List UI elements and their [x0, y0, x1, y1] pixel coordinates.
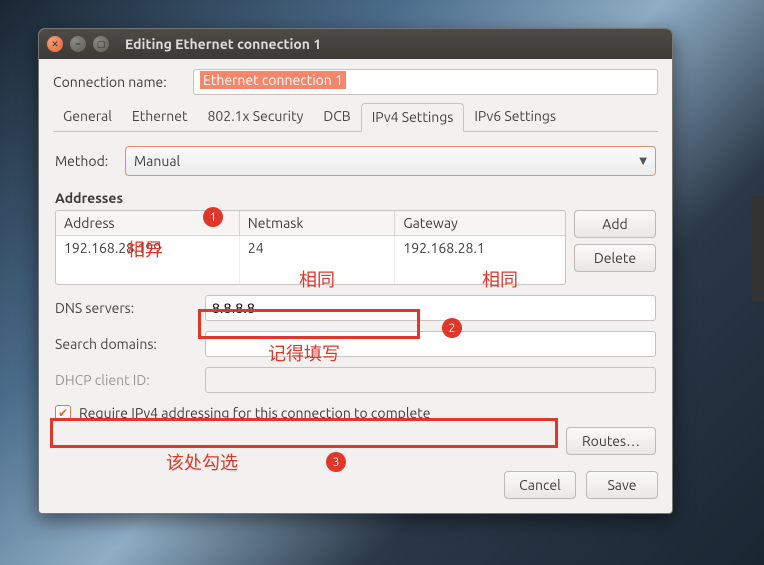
chevron-down-icon: ▼ [639, 155, 647, 167]
maximize-icon[interactable]: ▢ [93, 36, 109, 52]
annotation-badge-1: 1 [203, 207, 223, 227]
tab-ethernet[interactable]: Ethernet [122, 103, 198, 131]
titlebar[interactable]: ✕ – ▢ Editing Ethernet connection 1 [39, 29, 672, 59]
method-value: Manual [134, 153, 180, 169]
connection-name-input[interactable]: Ethernet connection 1 [193, 69, 658, 95]
tab-general[interactable]: General [53, 103, 122, 131]
connection-name-label: Connection name: [53, 74, 193, 90]
window-title: Editing Ethernet connection 1 [125, 36, 321, 52]
connection-name-row: Connection name: Ethernet connection 1 [53, 69, 658, 95]
delete-button[interactable]: Delete [574, 244, 656, 272]
annotation-box-require [50, 418, 558, 448]
annotation-text-same-2: 相同 [482, 266, 518, 292]
method-label: Method: [55, 153, 125, 169]
connection-name-value: Ethernet connection 1 [200, 71, 346, 89]
tab-ipv6-settings[interactable]: IPv6 Settings [464, 103, 566, 131]
dhcp-client-input [205, 367, 656, 393]
cancel-button[interactable]: Cancel [504, 471, 576, 499]
col-netmask[interactable]: Netmask [240, 211, 396, 236]
save-button[interactable]: Save [586, 471, 658, 499]
annotation-text-same-1: 相同 [299, 266, 335, 292]
tab-8021x[interactable]: 802.1x Security [198, 103, 314, 131]
address-buttons: Add Delete [574, 210, 656, 285]
cell-gateway[interactable]: 192.168.28.1 [395, 236, 565, 260]
tab-ipv4-settings[interactable]: IPv4 Settings [361, 103, 465, 132]
cell-netmask[interactable]: 24 [240, 236, 396, 260]
addresses-heading: Addresses [55, 190, 656, 206]
table-header: Address Netmask Gateway [56, 211, 565, 236]
dhcp-client-row: DHCP client ID: [55, 367, 656, 393]
annotation-box-dns [198, 309, 420, 339]
col-gateway[interactable]: Gateway [395, 211, 565, 236]
dns-label: DNS servers: [55, 300, 195, 316]
dialog-footer: Cancel Save [53, 471, 658, 499]
tab-dcb[interactable]: DCB [313, 103, 360, 131]
close-icon[interactable]: ✕ [47, 36, 63, 52]
annotation-text-diff: 相异 [127, 236, 163, 262]
cell-gateway[interactable] [395, 260, 565, 284]
annotation-badge-3: 3 [326, 452, 346, 472]
cell-address[interactable] [56, 260, 240, 284]
add-button[interactable]: Add [574, 210, 656, 238]
method-row: Method: Manual ▼ [55, 146, 656, 176]
minimize-icon[interactable]: – [70, 36, 86, 52]
background-panel-edge [752, 196, 764, 302]
dhcp-client-label: DHCP client ID: [55, 372, 195, 388]
annotation-text-fill: 记得填写 [268, 340, 340, 366]
annotation-badge-2: 2 [442, 318, 462, 338]
method-select[interactable]: Manual ▼ [125, 146, 656, 176]
tab-bar: General Ethernet 802.1x Security DCB IPv… [53, 103, 658, 132]
routes-button[interactable]: Routes… [566, 427, 656, 455]
ipv4-settings-panel: Method: Manual ▼ Addresses Address Netma… [53, 132, 658, 459]
search-domains-label: Search domains: [55, 336, 195, 352]
annotation-text-check: 该处勾选 [166, 449, 238, 475]
